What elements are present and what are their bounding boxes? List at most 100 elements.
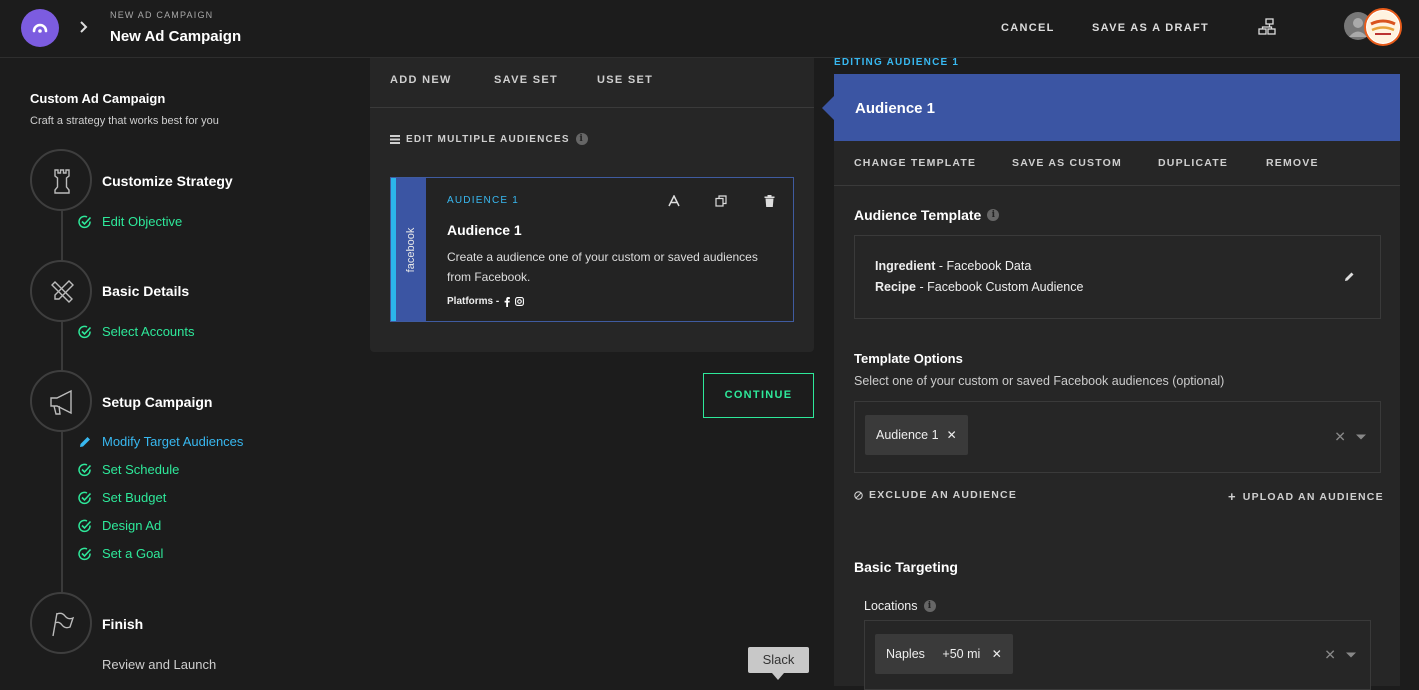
section-heading: Template Options	[854, 351, 963, 366]
info-icon[interactable]: i	[987, 209, 1000, 221]
ingredient-row: Ingredient - Facebook Data	[875, 259, 1031, 273]
info-icon[interactable]: i	[575, 133, 588, 145]
app-logo[interactable]	[21, 9, 59, 47]
audience-card[interactable]: facebook AUDIENCE 1 Audience 1 Create a …	[390, 177, 794, 322]
step-item-label: Edit Objective	[102, 214, 183, 229]
account-avatar[interactable]	[1364, 8, 1402, 46]
dropdown-caret-icon[interactable]	[1356, 434, 1366, 440]
dropdown-caret-icon[interactable]	[1346, 652, 1356, 658]
select-controls: ✕	[1324, 647, 1356, 664]
ingredient-value: - Facebook Data	[935, 259, 1032, 273]
edit-multiple-audiences-toggle[interactable]: EDIT MULTIPLE AUDIENCES i	[390, 133, 588, 145]
save-set-button[interactable]: SAVE SET	[494, 74, 558, 86]
rook-icon	[54, 169, 70, 194]
page-title: New Ad Campaign	[110, 28, 242, 45]
chip-label: Audience 1	[876, 428, 939, 442]
step-item-label: Design Ad	[102, 518, 162, 533]
check-circle-icon	[78, 519, 92, 532]
remove-button[interactable]: REMOVE	[1266, 157, 1319, 169]
step-title: Basic Details	[102, 283, 190, 299]
continue-button[interactable]: CONTINUE	[703, 373, 814, 418]
location-radius[interactable]: +50 mi	[942, 647, 980, 661]
check-circle-icon	[78, 547, 92, 560]
network-strip: facebook	[396, 178, 426, 321]
top-bar: NEW AD CAMPAIGN New Ad Campaign CANCEL S…	[0, 0, 1419, 58]
step-item-set-budget[interactable]: Set Budget	[78, 490, 166, 505]
block-icon	[854, 490, 863, 500]
step-item-review-and-launch[interactable]: Review and Launch	[102, 657, 216, 672]
hierarchy-icon[interactable]	[1257, 18, 1277, 36]
exclude-label: EXCLUDE AN AUDIENCE	[869, 489, 1018, 501]
step-item-design-ad[interactable]: Design Ad	[78, 518, 161, 533]
save-draft-button[interactable]: SAVE AS A DRAFT	[1092, 22, 1209, 34]
list-icon	[390, 134, 400, 144]
field-label: Locations	[864, 599, 918, 613]
clear-icon[interactable]: ✕	[1334, 429, 1346, 446]
edit-multiple-audiences-label: EDIT MULTIPLE AUDIENCES	[406, 133, 570, 145]
remove-chip-icon[interactable]: ✕	[992, 647, 1002, 661]
step-item-label: Select Accounts	[102, 324, 195, 339]
locations-select[interactable]: Naples +50 mi ✕ ✕	[864, 620, 1371, 690]
recipe-value: - Facebook Custom Audience	[916, 280, 1084, 294]
cancel-button[interactable]: CANCEL	[1001, 22, 1055, 34]
info-icon[interactable]: i	[923, 600, 936, 612]
selected-audience-chip: Audience 1 ✕	[865, 415, 968, 455]
save-as-custom-button[interactable]: SAVE AS CUSTOM	[1012, 157, 1122, 169]
step-item-modify-target-audiences[interactable]: Modify Target Audiences	[78, 434, 243, 449]
step-basic-details-circle	[30, 260, 92, 322]
custom-audience-select[interactable]: Audience 1 ✕ ✕	[854, 401, 1381, 473]
remove-chip-icon[interactable]: ✕	[947, 428, 957, 442]
tools-icon	[51, 280, 74, 303]
duplicate-button[interactable]: DUPLICATE	[1158, 157, 1228, 169]
change-template-button[interactable]: CHANGE TEMPLATE	[854, 157, 976, 169]
clear-icon[interactable]: ✕	[1324, 647, 1336, 664]
recipe-key: Recipe	[875, 280, 916, 294]
select-controls: ✕	[1334, 429, 1366, 446]
plus-icon: +	[1228, 489, 1237, 504]
editor-header: Audience 1	[834, 74, 1400, 141]
check-circle-icon	[78, 215, 92, 228]
platforms-row: Platforms -	[447, 296, 525, 307]
location-chip: Naples +50 mi ✕	[875, 634, 1013, 674]
audience-set-toolbar: ADD NEW SAVE SET USE SET	[370, 58, 814, 108]
sidebar-subtitle: Craft a strategy that works best for you	[30, 115, 219, 127]
audience-card-title: Audience 1	[447, 222, 522, 238]
network-label: facebook	[405, 227, 417, 272]
check-circle-icon	[78, 491, 92, 504]
pencil-icon	[80, 436, 90, 447]
breadcrumb[interactable]: NEW AD CAMPAIGN	[110, 10, 213, 20]
template-options-subtitle: Select one of your custom or saved Faceb…	[854, 374, 1225, 388]
step-item-edit-objective[interactable]: Edit Objective	[78, 214, 182, 229]
audience-template-heading: Audience Template i	[854, 207, 1000, 223]
brand-logo-icon	[1367, 11, 1399, 43]
chevron-right-icon	[79, 20, 89, 34]
use-set-button[interactable]: USE SET	[597, 74, 653, 86]
basic-targeting-heading: Basic Targeting	[854, 559, 958, 575]
upload-audience-link[interactable]: + UPLOAD AN AUDIENCE	[1228, 489, 1384, 504]
step-item-label: Review and Launch	[102, 657, 217, 672]
ingredient-key: Ingredient	[875, 259, 936, 273]
editor-actions: CHANGE TEMPLATE SAVE AS CUSTOM DUPLICATE…	[834, 141, 1400, 186]
step-title: Setup Campaign	[102, 394, 213, 410]
step-finish-circle	[30, 592, 92, 654]
platforms-label: Platforms -	[447, 296, 500, 307]
section-heading: Audience Template	[854, 207, 982, 223]
edit-template-icon[interactable]	[1344, 271, 1355, 282]
step-item-select-accounts[interactable]: Select Accounts	[78, 324, 195, 339]
template-summary-box: Ingredient - Facebook Data Recipe - Face…	[854, 235, 1381, 319]
step-item-set-schedule[interactable]: Set Schedule	[78, 462, 179, 477]
audience-card-description: Create a audience one of your custom or …	[447, 250, 758, 284]
logo-icon	[32, 23, 48, 33]
exclude-audience-link[interactable]: EXCLUDE AN AUDIENCE	[854, 489, 1017, 501]
upload-label: UPLOAD AN AUDIENCE	[1242, 490, 1384, 503]
copy-icon[interactable]	[715, 195, 727, 207]
add-new-button[interactable]: ADD NEW	[390, 74, 452, 86]
section-heading: Basic Targeting	[854, 559, 958, 575]
rename-icon[interactable]	[668, 195, 680, 207]
audience-tag: AUDIENCE 1	[447, 195, 520, 206]
step-title: Finish	[102, 616, 144, 632]
step-item-set-a-goal[interactable]: Set a Goal	[78, 546, 163, 561]
check-circle-icon	[78, 463, 92, 476]
trash-icon[interactable]	[764, 195, 775, 207]
editor-title: Audience 1	[855, 100, 936, 117]
